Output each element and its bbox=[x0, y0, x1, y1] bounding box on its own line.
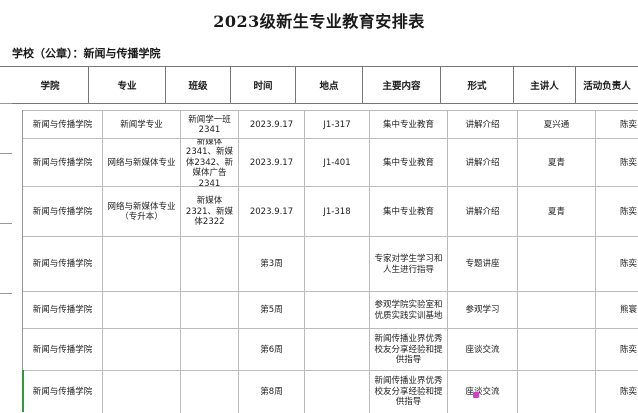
cell-owner[interactable]: 陈奕 bbox=[596, 329, 638, 371]
cell-major[interactable]: 新闻学专业 bbox=[103, 111, 181, 139]
cell-content[interactable]: 新闻传播业界优秀校友分享经验和提供指导 bbox=[370, 329, 448, 371]
school-line: 学校（公章）：新闻与传播学院 bbox=[12, 47, 161, 60]
cell-college[interactable]: 新闻与传播学院 bbox=[23, 329, 103, 371]
mouse-cursor-icon bbox=[473, 392, 479, 398]
cell-content[interactable]: 专家对学生学习和人生进行指导 bbox=[370, 237, 448, 292]
cell-content[interactable]: 新闻传播业界优秀校友分享经验和提供指导 bbox=[370, 371, 448, 413]
cell-format[interactable]: 讲解介绍 bbox=[448, 139, 518, 187]
table-row: 新闻与传播学院 网络与新媒体专业（专升本） 新媒体2321、新媒体2322 20… bbox=[23, 186, 638, 237]
cell-major[interactable]: 网络与新媒体专业（专升本） bbox=[103, 187, 181, 237]
cell-owner[interactable]: 陈奕 bbox=[596, 187, 638, 237]
header-speaker: 主讲人 bbox=[514, 67, 576, 103]
table-row: 新闻与传播学院 第5周 参观学院实验室和优质实践实训基地 参观学习 熊寰 bbox=[23, 291, 638, 329]
cell-format[interactable]: 座谈交流 bbox=[448, 371, 518, 413]
header-owner: 活动负责人 bbox=[583, 81, 631, 92]
table-row: 新闻与传播学院 第3周 专家对学生学习和人生进行指导 专题讲座 陈奕 bbox=[23, 236, 638, 292]
cell-major[interactable] bbox=[103, 292, 181, 329]
cell-speaker[interactable]: 夏青 bbox=[518, 139, 596, 187]
selection-edge bbox=[22, 370, 24, 412]
cell-content[interactable]: 参观学院实验室和优质实践实训基地 bbox=[370, 292, 448, 329]
cell-owner[interactable]: 陈奕 bbox=[596, 237, 638, 292]
cell-college[interactable]: 新闻与传播学院 bbox=[23, 371, 103, 413]
cell-class[interactable]: 新媒体2321、新媒体2322 bbox=[181, 187, 239, 237]
cell-class[interactable] bbox=[181, 329, 239, 371]
cell-time[interactable]: 第5周 bbox=[239, 292, 305, 329]
cell-major[interactable] bbox=[103, 371, 181, 413]
cell-owner[interactable]: 陈奕 bbox=[596, 139, 638, 187]
table-row: 新闻与传播学院 新闻学专业 新闻学一班 2341 2023.9.17 J1-31… bbox=[23, 110, 638, 139]
cell-college[interactable]: 新闻与传播学院 bbox=[23, 237, 103, 292]
cell-content[interactable]: 集中专业教育 bbox=[370, 139, 448, 187]
cell-owner[interactable]: 陈奕 bbox=[596, 111, 638, 139]
cell-format[interactable]: 讲解介绍 bbox=[448, 111, 518, 139]
cell-content[interactable]: 集中专业教育 bbox=[370, 187, 448, 237]
cell-speaker[interactable] bbox=[518, 371, 596, 413]
header-class: 班级 bbox=[166, 67, 231, 103]
header-college: 学院 bbox=[12, 67, 89, 103]
cell-time[interactable]: 2023.9.17 bbox=[239, 111, 305, 139]
document-title: 2023级新生专业教育安排表 bbox=[213, 12, 425, 31]
cell-place[interactable] bbox=[305, 329, 370, 371]
cell-place[interactable] bbox=[305, 237, 370, 292]
header-time: 时间 bbox=[231, 67, 296, 103]
cell-class[interactable] bbox=[181, 371, 239, 413]
cell-content[interactable]: 集中专业教育 bbox=[370, 111, 448, 139]
cell-college[interactable]: 新闻与传播学院 bbox=[23, 187, 103, 237]
header-format: 形式 bbox=[441, 67, 514, 103]
cell-time[interactable]: 第8周 bbox=[239, 371, 305, 413]
table-row: 新闻与传播学院 第6周 新闻传播业界优秀校友分享经验和提供指导 座谈交流 陈奕 bbox=[23, 328, 638, 371]
table-row: 新闻与传播学院 网络与新媒体专业 新媒体2341、新媒体2342、新媒体广告23… bbox=[23, 138, 638, 187]
cell-speaker[interactable] bbox=[518, 292, 596, 329]
cell-format[interactable]: 讲解介绍 bbox=[448, 187, 518, 237]
cell-format[interactable]: 专题讲座 bbox=[448, 237, 518, 292]
underlying-sheet-edge bbox=[0, 67, 12, 412]
cell-speaker[interactable] bbox=[518, 237, 596, 292]
cell-time[interactable]: 第6周 bbox=[239, 329, 305, 371]
cell-speaker[interactable]: 夏兴通 bbox=[518, 111, 596, 139]
cell-college[interactable]: 新闻与传播学院 bbox=[23, 139, 103, 187]
cell-speaker[interactable]: 夏青 bbox=[518, 187, 596, 237]
cell-college[interactable]: 新闻与传播学院 bbox=[23, 292, 103, 329]
cell-place[interactable] bbox=[305, 292, 370, 329]
cell-place[interactable] bbox=[305, 371, 370, 413]
cell-owner[interactable]: 熊寰 bbox=[596, 292, 638, 329]
header-major: 专业 bbox=[89, 67, 166, 103]
cell-class[interactable]: 新媒体2341、新媒体2342、新媒体广告2341 bbox=[181, 139, 239, 187]
cell-time[interactable]: 2023.9.17 bbox=[239, 139, 305, 187]
cell-format[interactable]: 座谈交流 bbox=[448, 329, 518, 371]
table-row: 新闻与传播学院 第8周 新闻传播业界优秀校友分享经验和提供指导 座谈交流 陈奕 bbox=[23, 370, 638, 413]
cell-time[interactable]: 第3周 bbox=[239, 237, 305, 292]
header-place: 地点 bbox=[296, 67, 363, 103]
header-content: 主要内容 bbox=[363, 67, 441, 103]
data-sheet: 新闻与传播学院 新闻学专业 新闻学一班 2341 2023.9.17 J1-31… bbox=[22, 110, 638, 413]
cell-major[interactable]: 网络与新媒体专业 bbox=[103, 139, 181, 187]
cell-class[interactable]: 新闻学一班 2341 bbox=[181, 111, 239, 139]
cell-place[interactable]: J1-401 bbox=[305, 139, 370, 187]
cell-format[interactable]: 参观学习 bbox=[448, 292, 518, 329]
cell-major[interactable] bbox=[103, 237, 181, 292]
table-header: 学院 专业 班级 时间 地点 主要内容 形式 主讲人 活动负责人 bbox=[12, 67, 638, 104]
cell-class[interactable] bbox=[181, 292, 239, 329]
cell-class[interactable] bbox=[181, 237, 239, 292]
cell-time[interactable]: 2023.9.17 bbox=[239, 187, 305, 237]
cell-major[interactable] bbox=[103, 329, 181, 371]
cell-place[interactable]: J1-317 bbox=[305, 111, 370, 139]
cell-owner[interactable]: 陈奕 bbox=[596, 371, 638, 413]
cell-college[interactable]: 新闻与传播学院 bbox=[23, 111, 103, 139]
cell-speaker[interactable] bbox=[518, 329, 596, 371]
cell-place[interactable]: J1-318 bbox=[305, 187, 370, 237]
